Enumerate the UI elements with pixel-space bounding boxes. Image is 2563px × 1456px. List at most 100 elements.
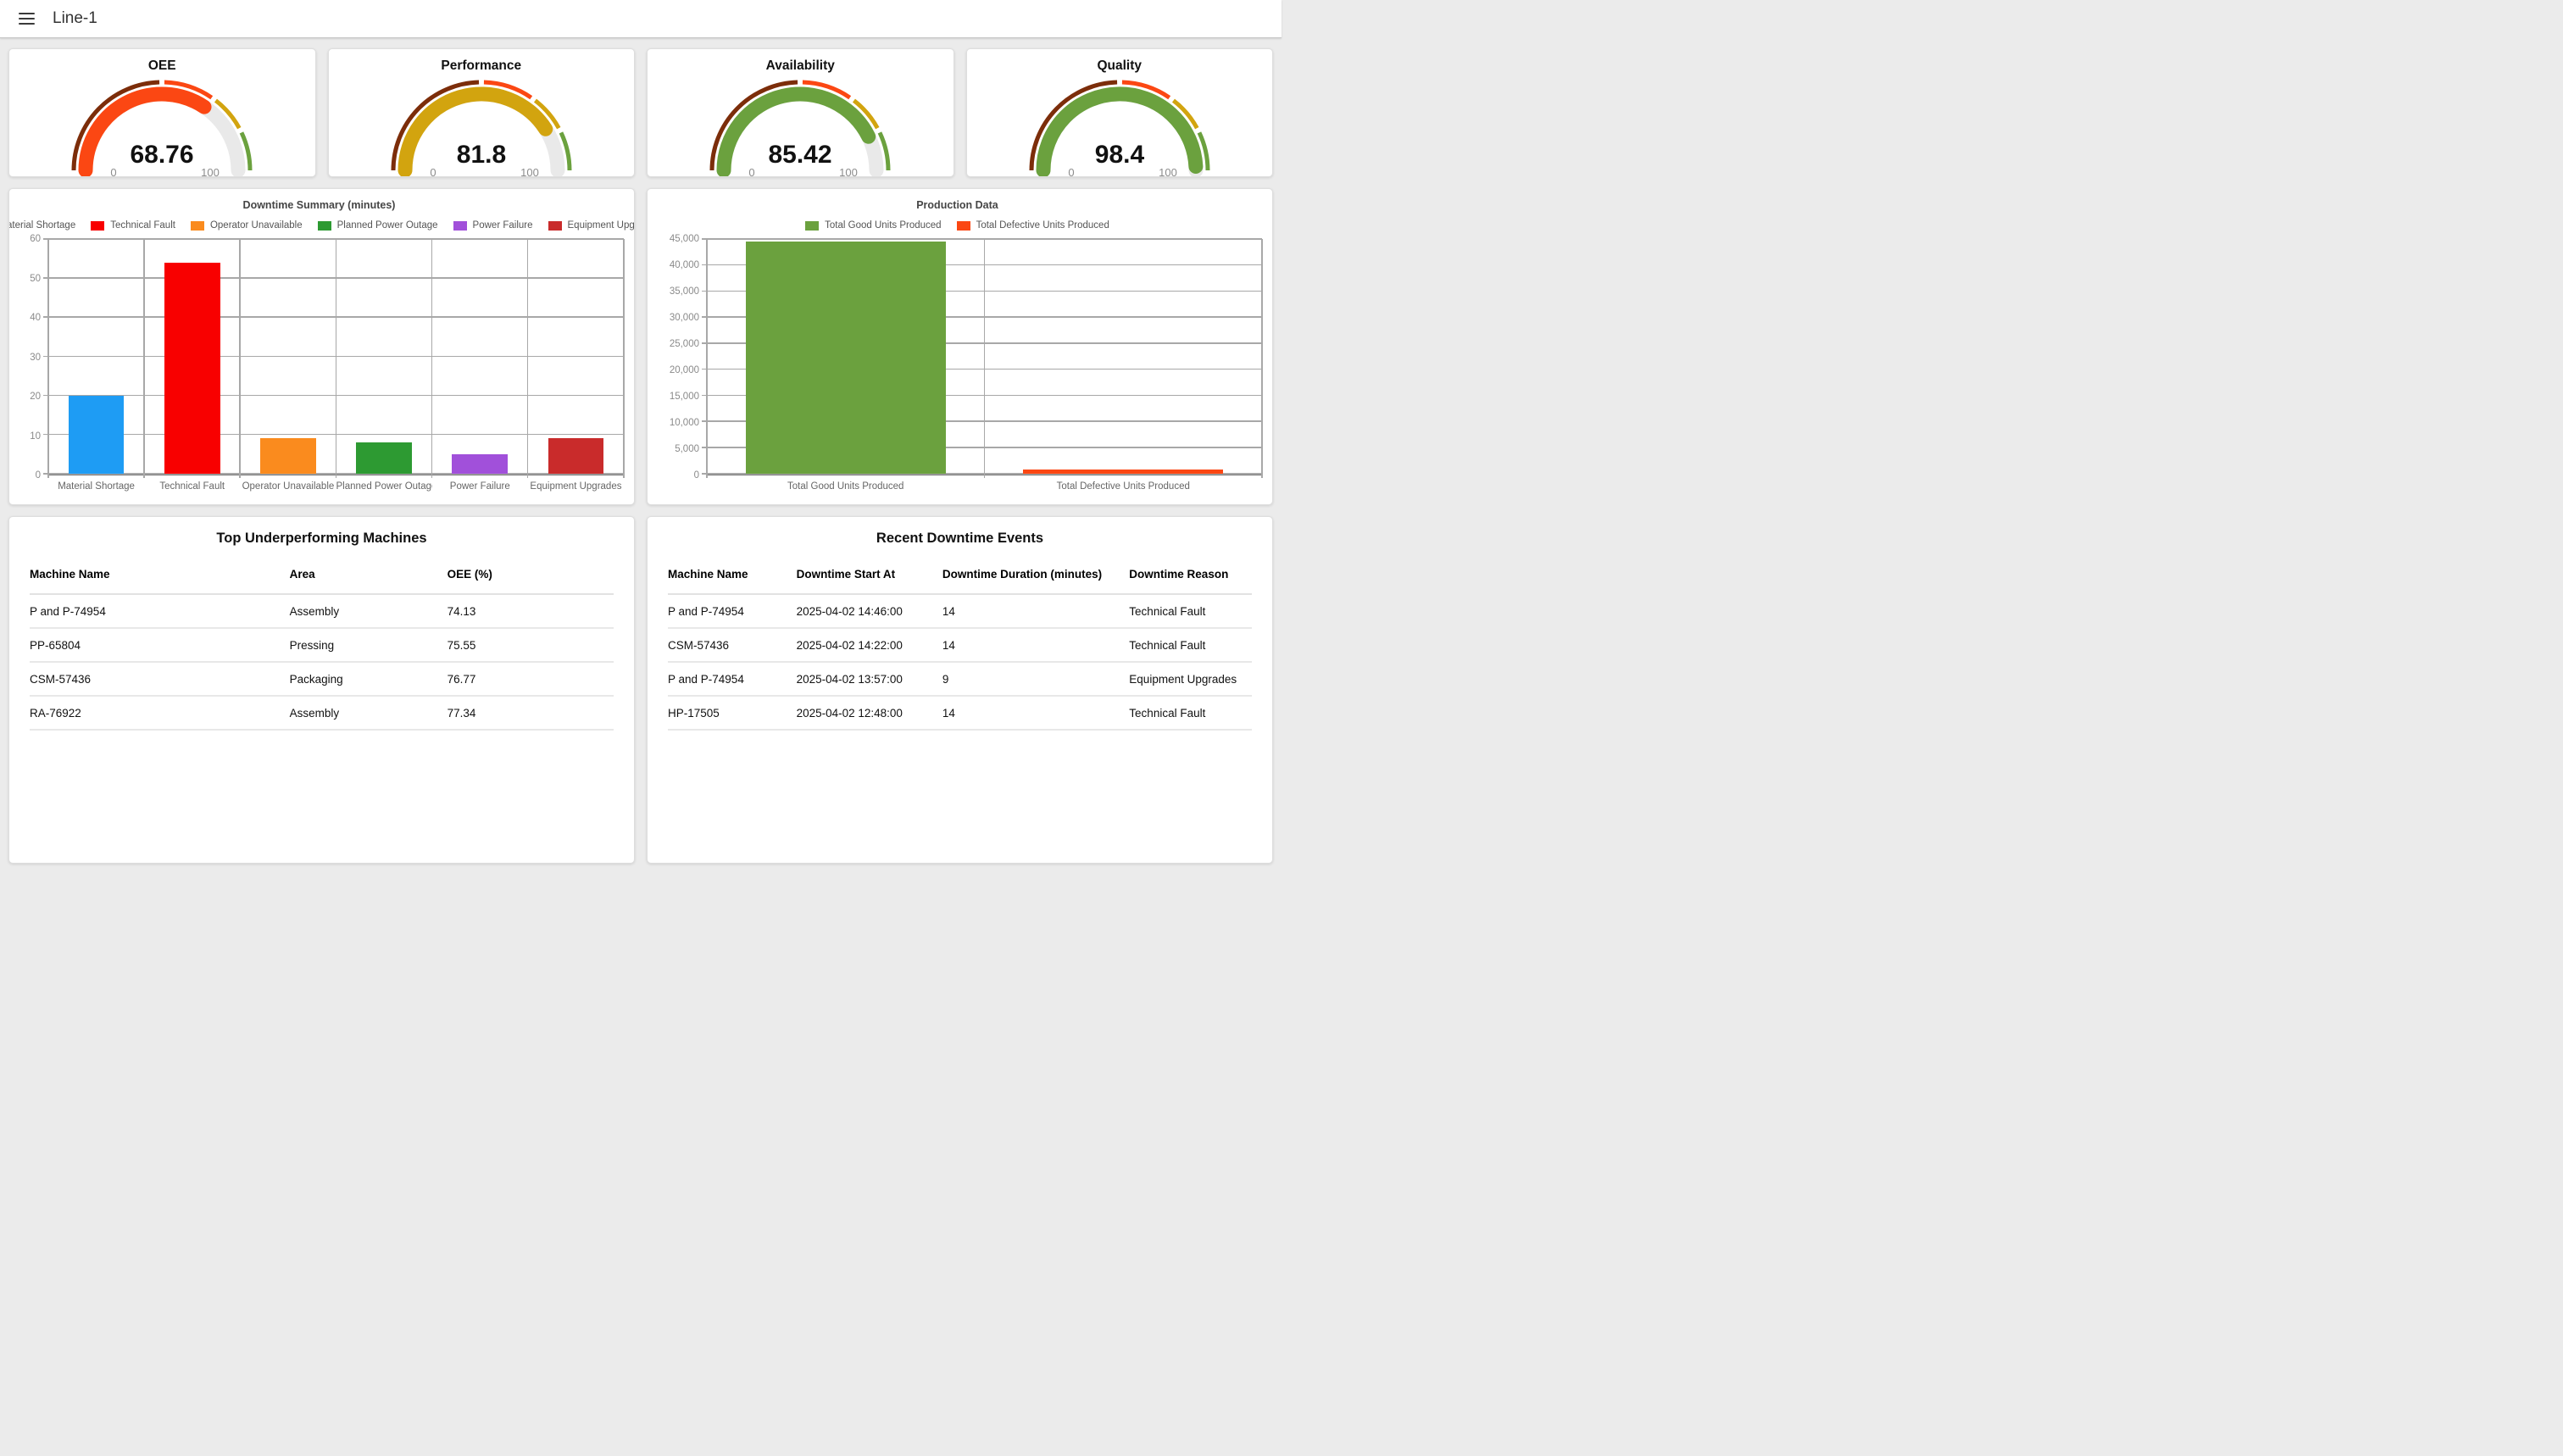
y-tick-label: 40,000 (670, 260, 699, 270)
gridline (1261, 239, 1263, 478)
gauge-chart: 68.760100 (9, 75, 315, 177)
legend-swatch-icon (548, 221, 562, 231)
gauge-value: 68.76 (131, 141, 194, 169)
gauge-title: OEE (9, 58, 315, 74)
table-cell: 9 (942, 662, 1129, 696)
table-cell: Pressing (290, 628, 448, 662)
legend-item-total-defective-units-produced[interactable]: Total Defective Units Produced (957, 220, 1109, 231)
gauge-card-oee: OEE 68.760100 (8, 48, 316, 177)
table-row: Top Underperforming Machines Machine Nam… (8, 516, 1273, 864)
gauge-max-label: 100 (520, 166, 539, 177)
table-title: Top Underperforming Machines (30, 531, 614, 547)
x-axis-label: Total Defective Units Produced (985, 481, 1263, 497)
gauge-chart: 81.80100 (329, 75, 635, 177)
x-axis-label: Operator Unavailable (240, 481, 336, 497)
bar-chart: 05,00010,00015,00020,00025,00030,00035,0… (653, 239, 1262, 475)
menu-button[interactable] (12, 4, 41, 33)
legend-item-operator-unavailable[interactable]: Operator Unavailable (191, 220, 303, 231)
gauge-card-performance: Performance 81.80100 (328, 48, 636, 177)
table-cell: 14 (942, 696, 1129, 730)
x-axis-labels: Total Good Units ProducedTotal Defective… (707, 475, 1262, 497)
hamburger-icon (19, 18, 35, 20)
page-title: Line-1 (53, 9, 97, 28)
gauge-min-label: 0 (749, 166, 755, 177)
bar-equipment-upgrades[interactable] (548, 438, 604, 474)
table-row: P and P-749542025-04-02 14:46:0014Techni… (668, 594, 1252, 628)
legend-label: Operator Unavailable (210, 220, 303, 231)
table-cell: 77.34 (448, 696, 614, 730)
bar-material-shortage[interactable] (69, 396, 125, 474)
legend-label: Planned Power Outage (337, 220, 438, 231)
table-row: CSM-574362025-04-02 14:22:0014Technical … (668, 628, 1252, 662)
table-row: HP-175052025-04-02 12:48:0014Technical F… (668, 696, 1252, 730)
gridline (336, 239, 337, 478)
table-cell: 2025-04-02 13:57:00 (797, 662, 942, 696)
legend-item-equipment-upgrades[interactable]: Equipment Upgrades (548, 220, 636, 231)
gridline (706, 239, 708, 478)
y-tick-label: 0 (694, 470, 699, 481)
table-cell: P and P-74954 (30, 594, 290, 628)
table-cell: Technical Fault (1129, 628, 1252, 662)
x-axis-label: Equipment Upgrades (528, 481, 624, 497)
x-axis-labels: Material ShortageTechnical FaultOperator… (48, 475, 624, 497)
gridline (702, 238, 1262, 240)
legend-swatch-icon (191, 221, 204, 231)
legend-item-technical-fault[interactable]: Technical Fault (91, 220, 175, 231)
bar-planned-power-outage[interactable] (356, 442, 412, 474)
legend-label: Material Shortage (8, 220, 75, 231)
y-tick-label: 40 (30, 313, 41, 323)
plot-area (48, 239, 624, 475)
table-cell: P and P-74954 (668, 594, 797, 628)
legend-item-material-shortage[interactable]: Material Shortage (8, 220, 75, 231)
gauge-title: Performance (329, 58, 635, 74)
table-cell: CSM-57436 (30, 662, 290, 696)
gridline (984, 239, 986, 478)
plot-area (707, 239, 1262, 475)
legend-item-planned-power-outage[interactable]: Planned Power Outage (318, 220, 438, 231)
legend-swatch-icon (91, 221, 104, 231)
bar-total-good-units-produced[interactable] (746, 242, 946, 474)
legend-item-power-failure[interactable]: Power Failure (453, 220, 533, 231)
gauge-max-label: 100 (839, 166, 858, 177)
x-axis-label: Technical Fault (144, 481, 240, 497)
bar-total-defective-units-produced[interactable] (1023, 470, 1223, 474)
gridline (431, 239, 433, 478)
hamburger-icon (19, 23, 35, 25)
y-tick-label: 50 (30, 274, 41, 284)
column-header-downtime-reason: Downtime Reason (1129, 555, 1252, 594)
chart-card-production-data: Production Data Total Good Units Produce… (647, 188, 1273, 505)
y-tick-label: 10,000 (670, 418, 699, 428)
gridline (623, 239, 625, 478)
chart-title: Downtime Summary (minutes) (14, 199, 624, 211)
bar-operator-unavailable[interactable] (260, 438, 316, 474)
legend-item-total-good-units-produced[interactable]: Total Good Units Produced (805, 220, 941, 231)
table-cell: 76.77 (448, 662, 614, 696)
column-header-machine-name: Machine Name (30, 555, 290, 594)
table-cell: 2025-04-02 14:22:00 (797, 628, 942, 662)
table-cell: P and P-74954 (668, 662, 797, 696)
chart-title: Production Data (653, 199, 1262, 211)
bar-technical-fault[interactable] (164, 263, 220, 474)
gridline (43, 238, 624, 240)
table-row: RA-76922Assembly77.34 (30, 696, 614, 730)
table-cell: 14 (942, 628, 1129, 662)
table-title: Recent Downtime Events (668, 531, 1252, 547)
legend-label: Total Good Units Produced (825, 220, 941, 231)
table-cell: Technical Fault (1129, 594, 1252, 628)
gauge-value: 85.42 (769, 141, 832, 169)
gridline (43, 277, 624, 279)
underperforming-machines-table: Machine NameAreaOEE (%)P and P-74954Asse… (30, 555, 614, 731)
table-cell: 2025-04-02 14:46:00 (797, 594, 942, 628)
bar-power-failure[interactable] (452, 454, 508, 474)
gauge-max-label: 100 (1159, 166, 1177, 177)
table-cell: 14 (942, 594, 1129, 628)
gridline (43, 473, 624, 475)
gauge-value: 81.8 (457, 141, 506, 169)
y-tick-label: 45,000 (670, 234, 699, 244)
gauge-row: OEE 68.760100 Performance 81.80100 Avail… (8, 48, 1273, 177)
table-cell: PP-65804 (30, 628, 290, 662)
gridline (43, 434, 624, 436)
top-bar: Line-1 (0, 0, 1282, 38)
gauge-title: Availability (648, 58, 953, 74)
table-cell: RA-76922 (30, 696, 290, 730)
